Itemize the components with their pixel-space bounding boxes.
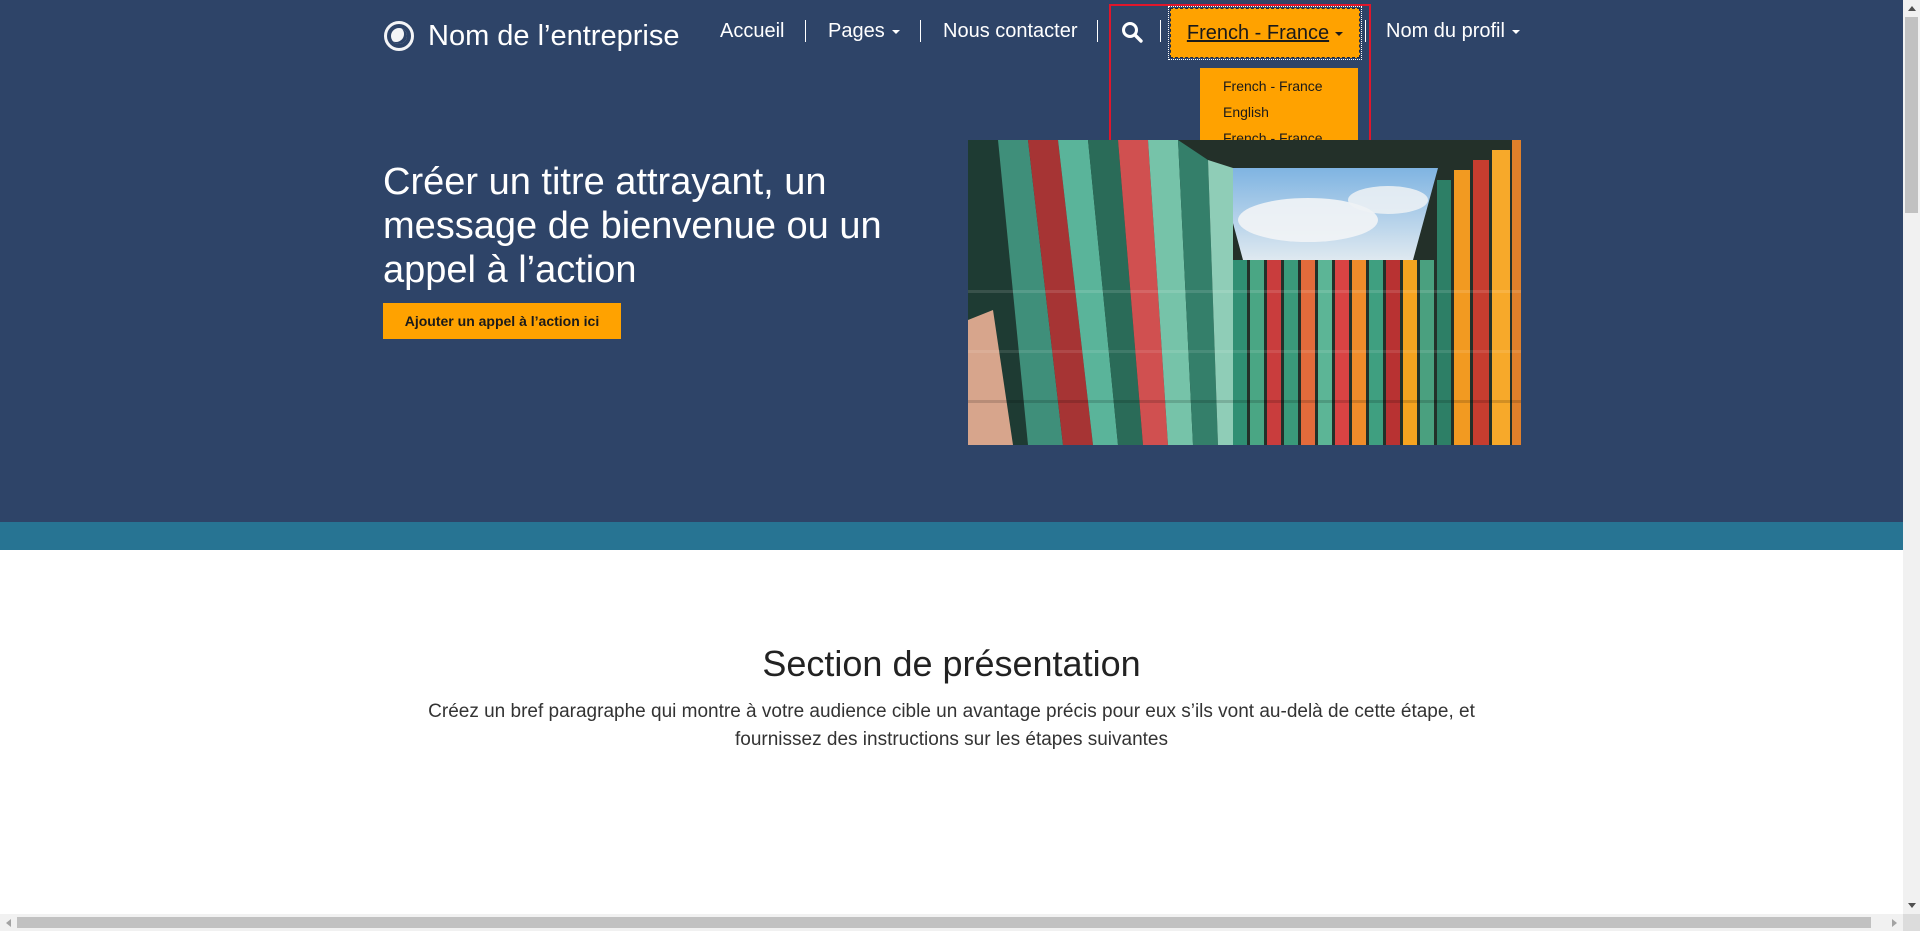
- nav-divider: [1365, 20, 1366, 42]
- chevron-down-icon: [891, 30, 900, 34]
- language-option-english[interactable]: English: [1200, 102, 1358, 128]
- horizontal-scroll-thumb[interactable]: [17, 917, 1871, 928]
- language-selected-label: French - France: [1186, 21, 1330, 44]
- section-title: Section de présentation: [762, 643, 1141, 684]
- nav-divider: [805, 20, 806, 42]
- brand-name: Nom de l’entreprise: [428, 19, 680, 52]
- company-logo-icon: [384, 21, 414, 51]
- scroll-right-icon[interactable]: [1886, 914, 1903, 931]
- cta-button[interactable]: Ajouter un appel à l’action ici: [383, 303, 621, 339]
- nav-divider: [1160, 20, 1161, 42]
- scroll-left-icon[interactable]: [0, 914, 17, 931]
- nav-pages-label: Pages: [828, 19, 885, 42]
- hero-image: [968, 140, 1521, 445]
- accent-strip: [0, 522, 1903, 550]
- language-dropdown-button[interactable]: French - France: [1168, 6, 1362, 60]
- chevron-down-icon: [1335, 32, 1344, 36]
- scroll-down-icon[interactable]: [1903, 897, 1920, 914]
- hero-banner: [0, 0, 1903, 522]
- horizontal-scrollbar[interactable]: [0, 914, 1903, 931]
- vertical-scroll-thumb[interactable]: [1905, 17, 1918, 213]
- section-description: Créez un bref paragraphe qui montre à vo…: [428, 701, 1475, 750]
- hero-title: Créer un titre attrayant, un message de …: [383, 161, 882, 291]
- brand-link[interactable]: Nom de l’entreprise: [384, 18, 679, 54]
- nav-home[interactable]: Accueil: [720, 14, 784, 48]
- nav-divider: [920, 20, 921, 42]
- scrollbar-corner: [1903, 914, 1920, 931]
- chevron-down-icon: [1511, 30, 1520, 34]
- nav-divider: [1097, 20, 1098, 42]
- language-option-french[interactable]: French - France: [1200, 76, 1358, 102]
- nav-profile-label: Nom du profil: [1386, 19, 1505, 42]
- search-icon[interactable]: [1120, 20, 1144, 44]
- nav-profile[interactable]: Nom du profil: [1386, 14, 1520, 48]
- scroll-up-icon[interactable]: [1903, 0, 1920, 17]
- nav-contact[interactable]: Nous contacter: [943, 14, 1078, 48]
- nav-pages[interactable]: Pages: [828, 14, 900, 48]
- vertical-scrollbar[interactable]: [1903, 0, 1920, 914]
